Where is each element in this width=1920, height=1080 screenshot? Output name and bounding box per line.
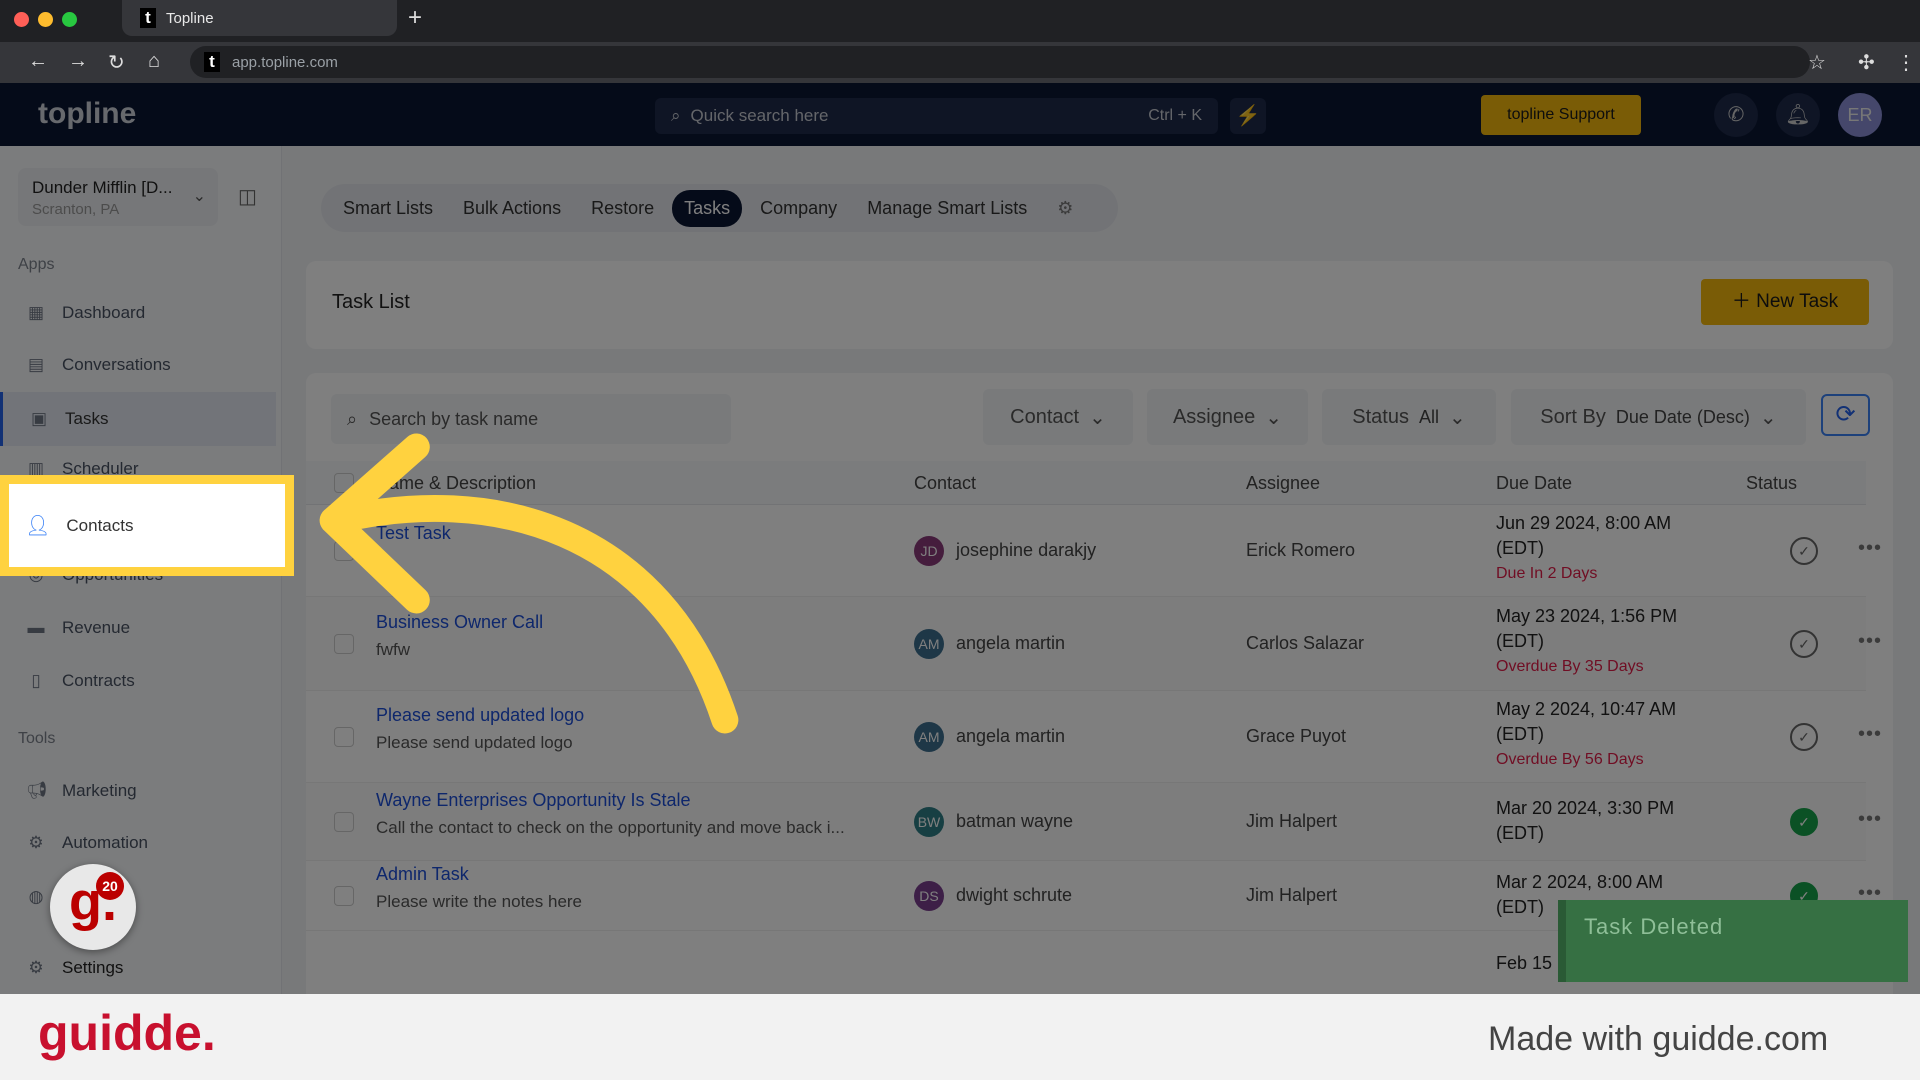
guidde-bubble[interactable]: g. [50,864,136,950]
sidebar-item-contacts[interactable]: 👤︎ Contacts [0,475,294,576]
notification-badge: 20 [96,872,124,900]
bookmark-star-icon[interactable]: ☆ [1808,50,1826,75]
person-icon: 👤︎ [25,515,51,537]
browser-toolbar: ← → ↻ ⌂ t app.topline.com ☆ ✣ ⋮ [0,42,1920,83]
sidebar-item-label: Contacts [66,515,134,535]
reload-icon[interactable]: ↻ [108,50,125,75]
url-text: app.topline.com [232,53,338,71]
new-tab-button[interactable]: + [408,4,422,32]
address-bar[interactable]: t app.topline.com [190,46,1810,78]
home-icon[interactable]: ⌂ [148,50,160,73]
browser-menu-icon[interactable]: ⋮ [1896,50,1916,75]
minimize-window-button[interactable] [38,12,53,27]
browser-tab[interactable]: t Topline [122,0,397,36]
site-icon: t [204,52,220,72]
forward-icon[interactable]: → [68,50,88,73]
favicon-icon: t [140,8,156,28]
maximize-window-button[interactable] [62,12,77,27]
toast-notification: Task Deleted [1558,900,1908,982]
guidde-logo: guidde. [38,1005,216,1061]
extensions-icon[interactable]: ✣ [1858,50,1875,75]
tab-title: Topline [166,9,214,27]
guidde-footer: guidde. Made with guidde.com [0,994,1920,1080]
close-window-button[interactable] [14,12,29,27]
back-icon[interactable]: ← [28,50,48,73]
browser-tab-bar: t Topline + [0,0,1920,42]
made-with-text: Made with guidde.com [1488,1020,1829,1058]
